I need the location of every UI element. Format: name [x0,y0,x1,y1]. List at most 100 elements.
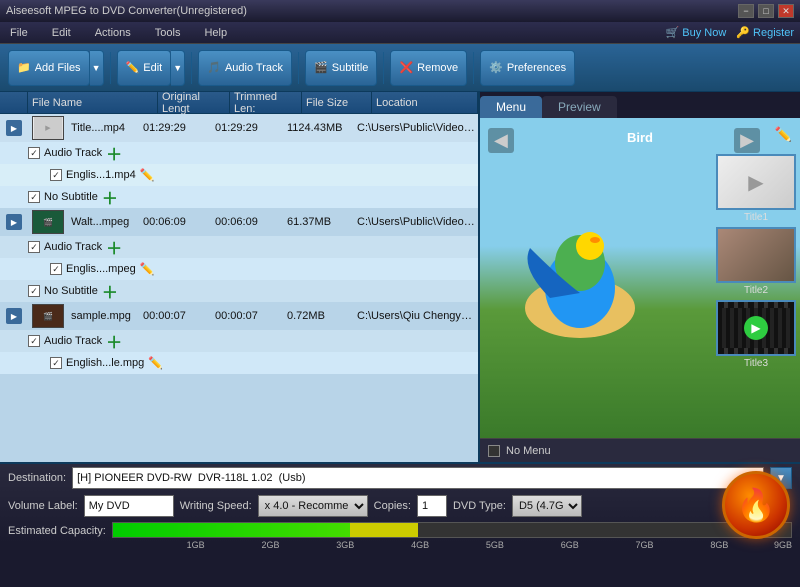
row-indicator: ▶ [6,120,22,136]
file-name-2: Walt...mpeg [68,214,140,230]
edit-audio-button-2[interactable]: ✏️ [140,262,155,276]
add-subtitle-button-1[interactable]: ＋ [102,185,118,209]
maximize-button[interactable]: □ [758,4,774,18]
file-origlen-3: 00:00:07 [140,308,212,324]
cap-tick-9: 9GB [774,540,792,550]
subtitle-checkbox-2[interactable]: ✓ [28,285,40,297]
menu-help[interactable]: Help [200,25,231,41]
thumbnail-grid: ▶ Title1 Title2 ▶ [716,154,796,369]
no-menu-checkbox[interactable] [488,445,500,457]
no-menu-row: No Menu [480,438,800,462]
nav-edit-button[interactable]: ✏️ [775,126,792,143]
dvd-type-select[interactable]: D5 (4.7G) [512,495,582,517]
table-row[interactable]: ▶ 🎬 sample.mpg 00:00:07 00:00:07 0.72MB … [0,302,478,330]
file-location-3: C:\Users\Qiu Chengyun\Vi... [354,308,478,324]
file-size-3: 0.72MB [284,308,354,324]
writing-speed-select[interactable]: x 4.0 - Recommended [258,495,368,517]
burn-button[interactable]: 🔥 [722,471,790,539]
subtitle-checkbox-1[interactable]: ✓ [28,191,40,203]
edit-dropdown[interactable]: ▼ [171,50,185,86]
file-group-1: ▶ ▶ Title....mp4 01:29:29 01:29:29 1124.… [0,114,478,208]
separator-4 [383,52,384,84]
volume-label: Volume Label: [8,500,78,512]
file-list-body[interactable]: ▶ ▶ Title....mp4 01:29:29 01:29:29 1124.… [0,114,478,462]
audio-label-3: Audio Track [44,335,102,347]
audio-file-check-3[interactable]: ✓ [50,357,62,369]
menu-tools[interactable]: Tools [151,25,185,41]
volume-input[interactable] [84,495,174,517]
audio-checkbox-2[interactable]: ✓ [28,241,40,253]
cap-tick-5: 5GB [486,540,504,550]
thumb-box-1[interactable]: ▶ [716,154,796,210]
audio-file-row-3: ✓ English...le.mpg ✏️ [0,352,478,374]
subtitle-label-2: No Subtitle [44,285,98,297]
subtitle-row-2: ✓ No Subtitle ＋ [0,280,478,302]
tab-menu[interactable]: Menu [480,96,542,118]
capacity-row: Estimated Capacity: 1GB 2GB 3GB 4GB 5GB … [0,520,800,544]
file-size-2: 61.37MB [284,214,354,230]
thumbnail-item-1[interactable]: ▶ Title1 [716,154,796,223]
copies-label: Copies: [374,500,411,512]
col-filename: File Name [28,92,158,113]
destination-label: Destination: [8,472,66,484]
file-origlen-2: 00:06:09 [140,214,212,230]
copies-input[interactable] [417,495,447,517]
thumbnail-item-2[interactable]: Title2 [716,227,796,296]
minimize-button[interactable]: − [738,4,754,18]
close-button[interactable]: ✕ [778,4,794,18]
cap-tick-8: 8GB [710,540,728,550]
add-audio-button-3[interactable]: ＋ [106,329,122,353]
audio-checkbox-1[interactable]: ✓ [28,147,40,159]
subtitle-button[interactable]: 🎬 Subtitle [305,50,377,86]
nav-title: Bird [627,130,653,145]
title-bar: Aiseesoft MPEG to DVD Converter(Unregist… [0,0,800,22]
remove-icon: ❌ [399,61,413,74]
thumb-1-content: ▶ [718,156,794,208]
thumb-box-3[interactable]: ▶ [716,300,796,356]
file-trimlen-1: 01:29:29 [212,120,284,136]
edit-audio-button-3[interactable]: ✏️ [148,356,163,370]
nav-next-button[interactable]: ▶ [734,128,760,153]
buy-now-link[interactable]: 🛒 Buy Now [666,26,727,39]
menu-file[interactable]: File [6,25,32,41]
file-thumbnail-2: 🎬 [32,210,64,234]
register-link[interactable]: 🔑 Register [736,26,794,39]
destination-input[interactable] [72,467,764,489]
audio-track-button[interactable]: 🎵 Audio Track [198,50,292,86]
audio-label-1: Audio Track [44,147,102,159]
edit-button[interactable]: ✏️ Edit [117,50,172,86]
separator-2 [191,52,192,84]
add-files-button[interactable]: 📁 Add Files [8,50,90,86]
thumbnail-item-3[interactable]: ▶ Title3 [716,300,796,369]
file-trimlen-2: 00:06:09 [212,214,284,230]
dvd-type-label: DVD Type: [453,500,506,512]
remove-button[interactable]: ❌ Remove [390,50,467,86]
nav-prev-button[interactable]: ◀ [488,128,514,153]
add-audio-button-2[interactable]: ＋ [106,235,122,259]
file-group-3: ▶ 🎬 sample.mpg 00:00:07 00:00:07 0.72MB … [0,302,478,374]
audio-file-check-2[interactable]: ✓ [50,263,62,275]
capacity-bar [112,522,792,538]
thumb-box-2[interactable] [716,227,796,283]
menu-actions[interactable]: Actions [91,25,135,41]
audio-file-check-1[interactable]: ✓ [50,169,62,181]
table-row[interactable]: ▶ 🎬 Walt...mpeg 00:06:09 00:06:09 61.37M… [0,208,478,236]
no-menu-label: No Menu [506,445,551,457]
preferences-button[interactable]: ⚙️ Preferences [480,50,575,86]
tab-preview[interactable]: Preview [542,96,617,118]
burn-flame-icon: 🔥 [736,486,776,524]
audio-checkbox-3[interactable]: ✓ [28,335,40,347]
add-audio-button-1[interactable]: ＋ [106,141,122,165]
table-row[interactable]: ▶ ▶ Title....mp4 01:29:29 01:29:29 1124.… [0,114,478,142]
cap-tick-4: 4GB [411,540,429,550]
audio-file-row-1: ✓ Englis...1.mp4 ✏️ [0,164,478,186]
file-size-1: 1124.43MB [284,120,354,136]
add-subtitle-button-2[interactable]: ＋ [102,279,118,303]
add-files-dropdown[interactable]: ▼ [90,50,104,86]
cap-used-yellow [350,523,418,537]
edit-audio-button-1[interactable]: ✏️ [140,168,155,182]
menu-bar: File Edit Actions Tools Help 🛒 Buy Now 🔑… [0,22,800,44]
menu-edit[interactable]: Edit [48,25,75,41]
capacity-label: Estimated Capacity: [8,525,106,537]
play-overlay-3: ▶ [718,300,794,356]
